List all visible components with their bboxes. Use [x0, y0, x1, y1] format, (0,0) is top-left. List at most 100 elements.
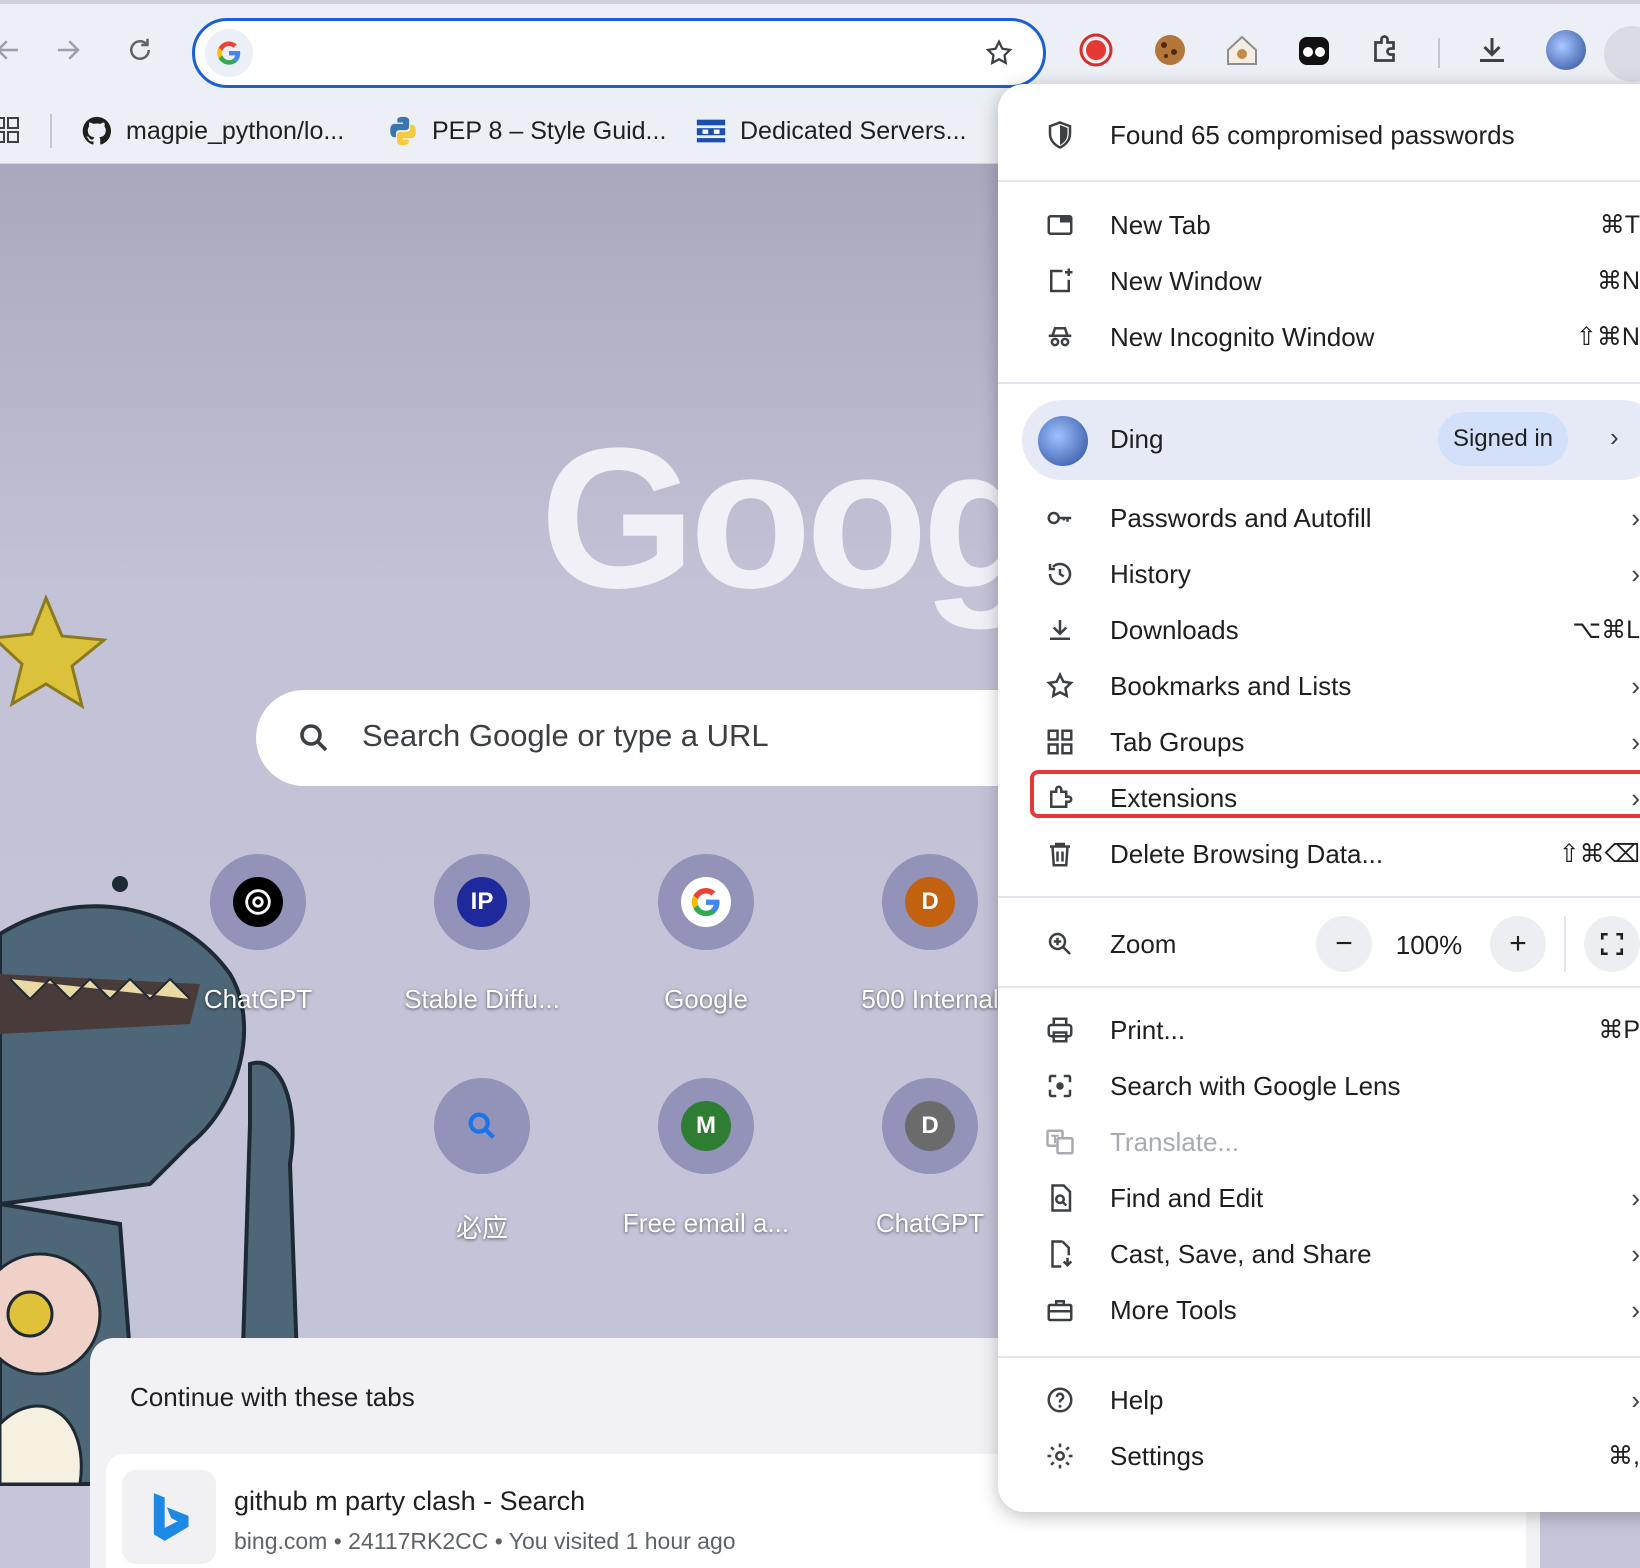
cast-save-icon: [1042, 1236, 1078, 1272]
cookie-icon[interactable]: [1146, 26, 1194, 74]
google-icon: [681, 877, 731, 927]
menu-item-label: More Tools: [1110, 1294, 1237, 1325]
profile-avatar[interactable]: [1542, 26, 1590, 74]
menu-divider: [998, 1356, 1640, 1358]
shortcut-tile[interactable]: ChatGPT: [148, 854, 368, 1015]
shortcut-label: Free email a...: [622, 1208, 790, 1238]
menu-item-label: Tab Groups: [1110, 726, 1245, 757]
shortcut-label: Google: [664, 984, 748, 1014]
menu-item-cast-save-share[interactable]: Cast, Save, and Share ›: [998, 1226, 1640, 1282]
menu-item-google-lens[interactable]: Search with Google Lens: [998, 1058, 1640, 1114]
avatar: [1038, 416, 1088, 466]
profile-name: Ding: [1110, 424, 1164, 454]
chevron-right-icon: ›: [1631, 1238, 1640, 1269]
menu-item-history[interactable]: History ›: [998, 546, 1640, 602]
menu-profile-row[interactable]: Ding Signed in ›: [1022, 400, 1640, 480]
shortcut-tile[interactable]: IP Stable Diffu...: [372, 854, 592, 1015]
menu-item-new-incognito[interactable]: New Incognito Window ⇧⌘N: [998, 309, 1640, 365]
history-icon: [1042, 556, 1078, 592]
menu-item-label: Zoom: [1110, 928, 1177, 959]
extensions-highlight-box: [1030, 770, 1640, 818]
menu-item-print[interactable]: Print... ⌘P: [998, 1002, 1640, 1058]
menu-item-more-tools[interactable]: More Tools ›: [998, 1282, 1640, 1338]
back-icon[interactable]: [0, 22, 36, 78]
puzzle-icon[interactable]: [1362, 26, 1410, 74]
zoom-out-button[interactable]: −: [1316, 916, 1372, 972]
address-bar[interactable]: [192, 18, 1046, 88]
incognito-icon: [1042, 319, 1078, 355]
menu-item-downloads[interactable]: Downloads ⌥⌘L: [998, 602, 1640, 658]
menu-item-compromised-passwords[interactable]: Found 65 compromised passwords: [998, 107, 1640, 163]
help-icon: [1042, 1382, 1078, 1418]
bookmark-star-icon[interactable]: [977, 31, 1021, 75]
chevron-right-icon: ›: [1631, 1294, 1640, 1325]
menu-item-delete-browsing-data[interactable]: Delete Browsing Data... ⇧⌘⌫: [998, 826, 1640, 882]
new-window-icon: [1042, 263, 1078, 299]
new-tab-icon: [1042, 207, 1078, 243]
forward-icon[interactable]: [40, 22, 96, 78]
chevron-right-icon: ›: [1631, 670, 1640, 701]
apps-grid-icon[interactable]: [0, 116, 22, 151]
download-icon[interactable]: [1468, 26, 1516, 74]
menu-item-label: Bookmarks and Lists: [1110, 670, 1352, 701]
menu-item-find-edit[interactable]: Find and Edit ›: [998, 1170, 1640, 1226]
chevron-right-icon: ›: [1631, 558, 1640, 589]
find-icon: [1042, 1180, 1078, 1216]
shortcut-tile[interactable]: M Free email a...: [596, 1078, 816, 1239]
chevron-right-icon: ›: [1631, 1384, 1640, 1415]
ghost-icon[interactable]: [1290, 26, 1338, 74]
menu-item-new-tab[interactable]: New Tab ⌘T: [998, 197, 1640, 253]
shortcut-text: ⌥⌘L: [1572, 616, 1640, 644]
shortcut-label: ChatGPT: [203, 984, 313, 1014]
zoom-in-button[interactable]: +: [1490, 916, 1546, 972]
record-icon[interactable]: [1072, 26, 1120, 74]
chatgpt-icon: [233, 877, 283, 927]
bookmark-label: PEP 8 – Style Guid...: [432, 116, 667, 145]
bookmark-item[interactable]: magpie_python/lo...: [80, 110, 344, 152]
fullscreen-icon: [1600, 932, 1624, 956]
shortcut-text: ⇧⌘N: [1575, 323, 1640, 351]
menu-item-label: Help: [1110, 1384, 1164, 1415]
download-icon: [1042, 612, 1078, 648]
chevron-right-icon: ›: [1631, 502, 1640, 533]
zoom-divider: [1564, 916, 1566, 972]
menu-divider: [998, 382, 1640, 384]
menu-item-passwords[interactable]: Passwords and Autofill ›: [998, 490, 1640, 546]
shortcut-tile[interactable]: 必应: [372, 1078, 592, 1245]
shortcut-text: ⌘T: [1599, 211, 1640, 239]
toolbar-divider: [1438, 38, 1440, 68]
shortcut-text: ⌘,: [1608, 1442, 1640, 1470]
shortcut-tile[interactable]: Google: [596, 854, 816, 1015]
reload-icon[interactable]: [112, 22, 168, 78]
cookie-house-icon[interactable]: [1218, 26, 1266, 74]
google-icon: [205, 29, 253, 77]
shield-icon: [1042, 117, 1078, 153]
menu-item-translate: Translate...: [998, 1114, 1640, 1170]
tab-title: github m party clash - Search: [234, 1486, 586, 1516]
menu-divider: [998, 986, 1640, 988]
menu-item-label: New Window: [1110, 265, 1262, 296]
menu-item-settings[interactable]: Settings ⌘,: [998, 1428, 1640, 1484]
shortcut-badge: D: [905, 877, 955, 927]
printer-icon: [1042, 1012, 1078, 1048]
menu-item-label: New Incognito Window: [1110, 321, 1375, 352]
menu-more-icon[interactable]: [1604, 26, 1640, 82]
bookmark-item[interactable]: PEP 8 – Style Guid...: [386, 110, 666, 152]
bookmark-label: magpie_python/lo...: [126, 116, 345, 145]
menu-item-label: Search with Google Lens: [1110, 1070, 1401, 1101]
menu-item-tab-groups[interactable]: Tab Groups ›: [998, 714, 1640, 770]
menu-item-new-window[interactable]: New Window ⌘N: [998, 253, 1640, 309]
shortcut-text: ⌘P: [1598, 1016, 1640, 1044]
zoom-level: 100%: [1395, 930, 1463, 960]
chrome-menu: Found 65 compromised passwords New Tab ⌘…: [998, 84, 1640, 1512]
key-icon: [1042, 500, 1078, 536]
menu-divider: [998, 180, 1640, 182]
continue-title: Continue with these tabs: [130, 1382, 415, 1412]
bookmarks-divider: [50, 114, 52, 148]
bookmark-item[interactable]: Dedicated Servers...: [694, 110, 967, 152]
fullscreen-button[interactable]: [1584, 916, 1640, 972]
chevron-right-icon: ›: [1610, 422, 1619, 452]
translate-icon: [1042, 1124, 1078, 1160]
menu-item-help[interactable]: Help ›: [998, 1372, 1640, 1428]
menu-item-bookmarks[interactable]: Bookmarks and Lists ›: [998, 658, 1640, 714]
